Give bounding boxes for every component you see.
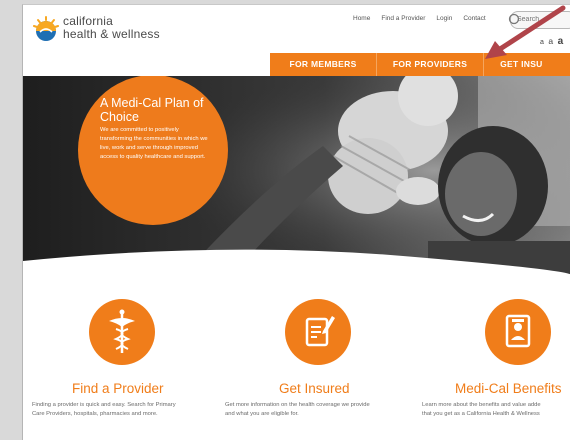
text-size-small[interactable]: a bbox=[540, 39, 545, 46]
sun-logo-icon bbox=[33, 16, 59, 41]
browser-page: california health & wellness Home Find a… bbox=[22, 4, 570, 440]
feature-description-line: Care Providers, hospitals, pharmacies an… bbox=[32, 411, 158, 417]
text-size-large[interactable]: a bbox=[558, 36, 565, 47]
hero-title: A Medi-Cal Plan of Choice bbox=[100, 96, 204, 124]
feature-title[interactable]: Medi-Cal Benefits bbox=[455, 381, 562, 396]
search-box[interactable] bbox=[508, 11, 570, 29]
search-input[interactable] bbox=[517, 13, 567, 25]
nav-for-providers[interactable]: FOR PROVIDERS bbox=[377, 53, 485, 76]
text-size-controls: a a a bbox=[540, 36, 564, 47]
id-card-icon[interactable] bbox=[485, 299, 551, 365]
clipboard-pen-icon[interactable] bbox=[285, 299, 351, 365]
feature-description: Get more information on the health cover… bbox=[225, 401, 370, 419]
caduceus-icon[interactable] bbox=[89, 299, 155, 365]
feature-description-line: that you get as a California Health & We… bbox=[422, 411, 540, 417]
nav-for-members[interactable]: FOR MEMBERS bbox=[270, 53, 378, 76]
feature-description-line: and what you are eligible for. bbox=[225, 411, 299, 417]
feature-description-line: Get more information on the health cover… bbox=[225, 402, 370, 408]
feature-description: Finding a provider is quick and easy. Se… bbox=[32, 401, 176, 419]
logo[interactable]: california health & wellness bbox=[31, 12, 191, 52]
utility-link-find-provider[interactable]: Find a Provider bbox=[381, 15, 425, 29]
feature-description: Learn more about the benefits and value … bbox=[422, 401, 541, 419]
utility-link-home[interactable]: Home bbox=[353, 15, 370, 29]
brand-name-line2: health & wellness bbox=[63, 27, 160, 41]
main-nav: FOR MEMBERS FOR PROVIDERS GET INSU bbox=[270, 53, 570, 76]
utility-nav: Home Find a Provider Login Contact bbox=[353, 15, 497, 29]
utility-link-contact[interactable]: Contact bbox=[463, 15, 485, 29]
utility-link-login[interactable]: Login bbox=[436, 15, 452, 29]
text-size-medium[interactable]: a bbox=[548, 36, 554, 46]
feature-description-line: Finding a provider is quick and easy. Se… bbox=[32, 402, 176, 408]
feature-title[interactable]: Get Insured bbox=[279, 381, 350, 396]
hero-body-text: We are committed to positively transform… bbox=[100, 127, 208, 160]
feature-description-line: Learn more about the benefits and value … bbox=[422, 402, 541, 408]
feature-title[interactable]: Find a Provider bbox=[72, 381, 164, 396]
hero-banner: A Medi-Cal Plan of Choice We are committ… bbox=[23, 76, 570, 286]
nav-get-insured[interactable]: GET INSU bbox=[484, 53, 570, 76]
